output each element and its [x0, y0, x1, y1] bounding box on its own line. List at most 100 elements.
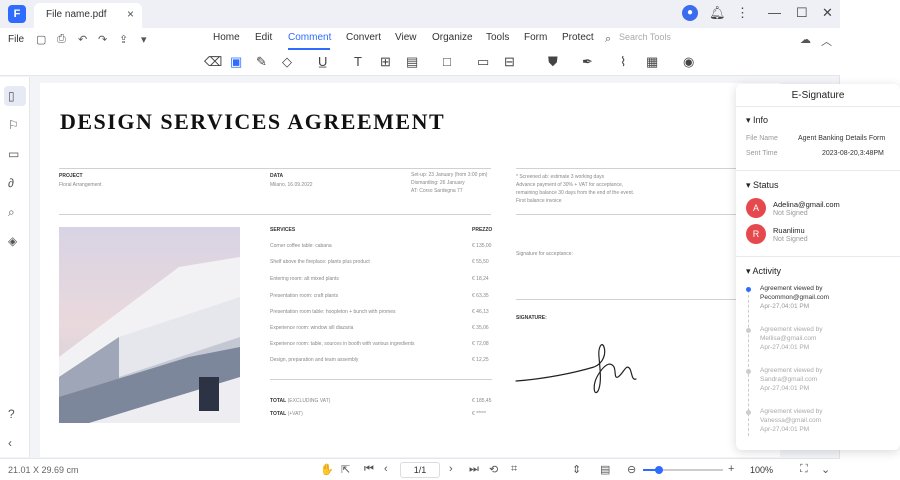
page-number-input[interactable]: 1/1 — [400, 462, 440, 478]
menu-view[interactable]: View — [395, 32, 417, 43]
zoom-slider-knob[interactable] — [655, 466, 663, 474]
select-tool-icon[interactable]: ⇱ — [341, 463, 350, 476]
fit-page-icon[interactable]: ⇕ — [572, 463, 581, 476]
user-avatar-icon[interactable]: ● — [682, 5, 698, 21]
app-window: F File name.pdf × ● 🔔︎ ⋮ — ☐ ✕ File ▢ ⎙ … — [0, 0, 840, 480]
total-label: TOTAL — [270, 411, 287, 417]
zoom-level[interactable]: 100% — [750, 465, 773, 475]
measure-icon[interactable]: ⊟ — [504, 54, 515, 70]
activity-email: Vanessa@gmail.com — [760, 417, 822, 424]
more-icon[interactable]: ⋮ — [736, 5, 749, 21]
status-section-header[interactable]: ▾ Status — [746, 180, 779, 191]
setup-line: AT: Corso Sardegna 77 — [411, 188, 463, 194]
quick-access-dropdown-icon[interactable]: ▾ — [141, 33, 147, 46]
layers-icon[interactable]: ◈ — [8, 234, 17, 248]
help-icon[interactable]: ? — [8, 407, 15, 421]
last-page-icon[interactable]: ⏭ — [469, 463, 479, 476]
tab-close-icon[interactable]: × — [127, 7, 134, 21]
signer-avatar: R — [746, 224, 766, 244]
first-page-icon[interactable]: ⏮ — [364, 463, 374, 476]
terms-line: Advance payment of 30% + VAT for accepta… — [516, 182, 624, 188]
file-menu[interactable]: File — [8, 34, 24, 45]
menu-organize[interactable]: Organize — [432, 32, 473, 43]
eye-icon[interactable]: ◉ — [683, 54, 694, 70]
fullscreen-icon[interactable]: ⛶ — [800, 463, 808, 476]
page-thumbnail-icon[interactable]: ▯ — [8, 89, 15, 103]
activity-section-header[interactable]: ▾ Activity — [746, 266, 781, 277]
text-callout-icon[interactable]: ▤ — [406, 54, 418, 70]
left-sidebar: ▯ ⚐ ▭ ∂ ⌕ ◈ ? ‹ — [0, 77, 30, 457]
page-layout-icon[interactable]: ▤ — [600, 463, 610, 476]
activity-time: Apr-27,04:01 PM — [760, 303, 810, 310]
attachment-sidebar-icon[interactable]: ∂ — [8, 176, 14, 190]
undo-icon[interactable]: ↶ — [78, 33, 87, 46]
next-page-icon[interactable]: › — [449, 463, 453, 475]
crop-icon[interactable]: ⌗ — [511, 463, 517, 476]
activity-text: Agreement viewed by — [760, 367, 823, 374]
text-box-icon[interactable]: ⊞ — [380, 54, 391, 70]
hand-tool-icon[interactable]: ✋ — [320, 463, 334, 476]
activity-email: Pecommon@gmail.com — [760, 294, 830, 301]
divider — [59, 168, 491, 169]
menu-protect[interactable]: Protect — [562, 32, 594, 43]
search-tools-input[interactable]: Search Tools — [619, 32, 671, 42]
document-tab[interactable]: File name.pdf × — [34, 3, 142, 28]
previous-page-icon[interactable]: ‹ — [384, 463, 388, 475]
setup-line: Dismantling: 26 January — [411, 180, 465, 186]
divider — [270, 379, 492, 380]
activity-text: Agreement viewed by — [760, 326, 823, 333]
cloud-upload-icon[interactable]: ☁ — [800, 33, 811, 46]
maximize-icon[interactable]: ☐ — [796, 5, 808, 21]
note-icon[interactable]: ▭ — [477, 54, 489, 70]
more-status-icon[interactable]: ⌄ — [821, 463, 830, 476]
file-name-label: File Name — [746, 135, 778, 142]
share-icon[interactable]: ⇪ — [119, 33, 128, 46]
area-highlight-icon[interactable]: ▣ — [230, 54, 242, 70]
menu-home[interactable]: Home — [213, 32, 240, 43]
zoom-out-icon[interactable]: ⊖ — [627, 463, 636, 476]
zoom-slider[interactable] — [643, 466, 723, 474]
activity-time: Apr-27,04:01 PM — [760, 385, 810, 392]
collapse-sidebar-icon[interactable]: ‹ — [8, 436, 12, 450]
zoom-in-icon[interactable]: + — [728, 463, 734, 475]
collapse-ribbon-icon[interactable]: ︿ — [821, 33, 832, 49]
close-window-icon[interactable]: ✕ — [822, 5, 833, 21]
redo-icon[interactable]: ↷ — [98, 33, 107, 46]
stamp-icon[interactable]: ⛊ — [548, 54, 558, 70]
divider — [516, 299, 760, 300]
eraser-icon[interactable]: ◇ — [282, 54, 292, 70]
bell-icon[interactable]: 🔔︎ — [709, 5, 726, 21]
eraser-highlight-icon[interactable]: ⌫ — [204, 54, 222, 70]
shape-icon[interactable]: □ — [443, 54, 451, 69]
underline-icon[interactable]: U̲ — [318, 54, 327, 69]
minimize-icon[interactable]: — — [768, 5, 781, 20]
menu-tools[interactable]: Tools — [486, 32, 509, 43]
activity-item: Agreement viewed by Vanessa@gmail.com Ap… — [760, 407, 823, 434]
handwritten-signature[interactable] — [514, 333, 654, 403]
attachment-icon[interactable]: ⌇ — [620, 54, 626, 70]
menu-comment[interactable]: Comment — [288, 32, 331, 43]
menu-form[interactable]: Form — [524, 32, 547, 43]
service-price: € 55,50 — [472, 259, 489, 265]
title-bar: F File name.pdf × ● 🔔︎ ⋮ — ☐ ✕ — [0, 0, 840, 28]
search-sidebar-icon[interactable]: ⌕ — [8, 205, 15, 220]
print-icon[interactable]: ⎙ — [57, 33, 66, 46]
service-price: € 18,24 — [472, 276, 489, 282]
bookmark-icon[interactable]: ⚐ — [8, 118, 19, 132]
pencil-icon[interactable]: ✎ — [256, 54, 267, 70]
menu-edit[interactable]: Edit — [255, 32, 272, 43]
text-icon[interactable]: T — [354, 54, 362, 69]
document-title: DESIGN SERVICES AGREEMENT — [60, 109, 446, 134]
comment-list-icon[interactable]: ▦ — [646, 54, 658, 70]
activity-item: Agreement viewed by Sandra@gmail.com Apr… — [760, 366, 823, 393]
info-section-header[interactable]: ▾ Info — [746, 115, 768, 126]
rotate-icon[interactable]: ⟲ — [489, 463, 498, 476]
save-icon[interactable]: ▢ — [36, 33, 46, 46]
comment-toolbar: ⌫ ▣ ✎ ◇ U̲ T ⊞ ▤ □ ▭ ⊟ ⛊ ✒ ⌇ ▦ ◉ — [0, 50, 840, 76]
signature-pen-icon[interactable]: ✒ — [582, 54, 593, 70]
menu-convert[interactable]: Convert — [346, 32, 381, 43]
total-including-vat-label: (+VAT) — [287, 411, 303, 417]
service-name: Experience room: table, sources in booth… — [270, 341, 415, 347]
timeline-dot-active — [746, 287, 751, 292]
comment-icon[interactable]: ▭ — [8, 147, 19, 161]
